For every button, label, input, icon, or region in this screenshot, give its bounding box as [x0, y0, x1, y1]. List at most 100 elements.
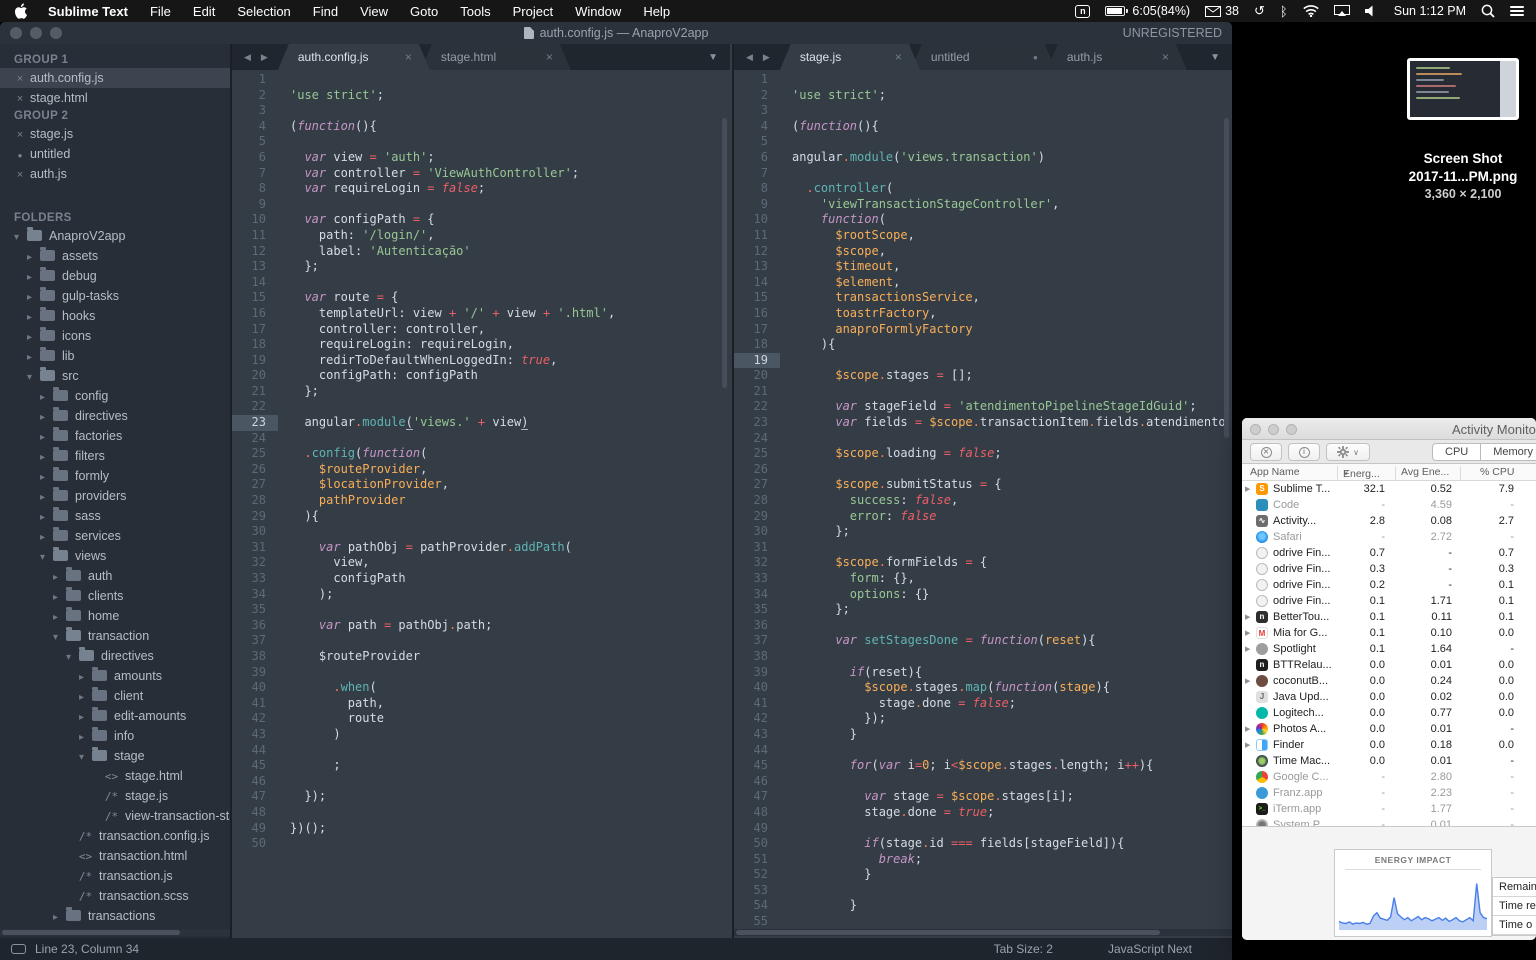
disclosure-closed-icon[interactable]: ▸: [27, 248, 38, 268]
am-disclosure-icon[interactable]: ▶: [1245, 485, 1250, 493]
right-hscrollbar[interactable]: [734, 929, 1232, 936]
mail-indicator[interactable]: 38: [1205, 4, 1239, 18]
am-process-row[interactable]: Safari-2.72-: [1242, 529, 1536, 545]
tree-item-providers[interactable]: ▸providers: [0, 486, 230, 506]
menu-item-window[interactable]: Window: [564, 4, 632, 19]
disclosure-closed-icon[interactable]: ▸: [79, 668, 90, 688]
am-process-row[interactable]: ▶Spotlight0.11.64-: [1242, 641, 1536, 657]
chevron-down-icon[interactable]: ▼: [1210, 44, 1232, 70]
tree-item-home[interactable]: ▸home: [0, 606, 230, 626]
sublime-titlebar[interactable]: auth.config.js — AnaproV2app UNREGISTERE…: [0, 22, 1232, 44]
left-vscrollbar[interactable]: [722, 118, 727, 388]
close-icon[interactable]: ×: [14, 69, 26, 89]
tree-item-transaction.html[interactable]: <>transaction.html: [0, 846, 230, 866]
tree-item-clients[interactable]: ▸clients: [0, 586, 230, 606]
disclosure-closed-icon[interactable]: ▸: [53, 588, 64, 608]
am-inspect-button[interactable]: i: [1288, 443, 1320, 461]
tree-item-edit-amounts[interactable]: ▸edit-amounts: [0, 706, 230, 726]
am-disclosure-icon[interactable]: ▶: [1245, 613, 1250, 621]
tree-item-stage[interactable]: ▾stage: [0, 746, 230, 766]
close-icon[interactable]: ×: [895, 50, 902, 64]
disclosure-closed-icon[interactable]: ▸: [27, 268, 38, 288]
am-process-row[interactable]: JJava Upd...0.00.020.0: [1242, 689, 1536, 705]
am-disclosure-icon[interactable]: ▶: [1245, 645, 1250, 653]
am-process-row[interactable]: Code-4.59-: [1242, 497, 1536, 513]
am-process-row[interactable]: ▶coconutB...0.00.240.0: [1242, 673, 1536, 689]
tree-item-assets[interactable]: ▸assets: [0, 246, 230, 266]
tree-item-directives[interactable]: ▸directives: [0, 406, 230, 426]
tree-item-info[interactable]: ▸info: [0, 726, 230, 746]
am-process-row[interactable]: Logitech...0.00.770.0: [1242, 705, 1536, 721]
close-icon[interactable]: ×: [1162, 50, 1169, 64]
volume-icon[interactable]: [1365, 5, 1379, 17]
am-process-row[interactable]: ▶SSublime T...32.10.527.9: [1242, 481, 1536, 497]
syntax-indicator[interactable]: JavaScript Next: [1108, 942, 1192, 956]
panel-toggle-icon[interactable]: [11, 944, 26, 954]
menu-item-tools[interactable]: Tools: [449, 4, 501, 19]
arrow-left-icon[interactable]: ◀: [244, 52, 251, 63]
tree-item-debug[interactable]: ▸debug: [0, 266, 230, 286]
am-process-row[interactable]: Google C...-2.80-: [1242, 769, 1536, 785]
disclosure-closed-icon[interactable]: ▸: [79, 728, 90, 748]
dirty-icon[interactable]: ●: [14, 146, 26, 166]
tree-item-hooks[interactable]: ▸hooks: [0, 306, 230, 326]
tree-item-stage.js[interactable]: /*stage.js: [0, 786, 230, 806]
menu-item-edit[interactable]: Edit: [182, 4, 226, 19]
tab-size-indicator[interactable]: Tab Size: 2: [994, 942, 1053, 956]
disclosure-open-icon[interactable]: ▾: [53, 628, 64, 648]
disclosure-closed-icon[interactable]: ▸: [27, 308, 38, 328]
am-process-row[interactable]: >_iTerm.app-1.77-: [1242, 801, 1536, 817]
bluetooth-icon[interactable]: ᛒ: [1280, 4, 1288, 19]
am-minimize-button[interactable]: [1268, 424, 1279, 435]
tree-item-filters[interactable]: ▸filters: [0, 446, 230, 466]
am-process-row[interactable]: odrive Fin...0.7-0.7: [1242, 545, 1536, 561]
disclosure-closed-icon[interactable]: ▸: [40, 528, 51, 548]
disclosure-closed-icon[interactable]: ▸: [27, 328, 38, 348]
menu-item-file[interactable]: File: [139, 4, 182, 19]
am-disclosure-icon[interactable]: ▶: [1245, 741, 1250, 749]
disclosure-closed-icon[interactable]: ▸: [40, 428, 51, 448]
disclosure-closed-icon[interactable]: ▸: [40, 408, 51, 428]
disclosure-closed-icon[interactable]: ▸: [40, 488, 51, 508]
close-icon[interactable]: ×: [405, 50, 412, 64]
disclosure-open-icon[interactable]: ▾: [14, 228, 25, 248]
am-table-header[interactable]: App Name Energ... ∨ Avg Ene... % CPU: [1242, 464, 1536, 481]
tree-item-auth[interactable]: ▸auth: [0, 566, 230, 586]
am-zoom-button[interactable]: [1286, 424, 1297, 435]
tree-item-lib[interactable]: ▸lib: [0, 346, 230, 366]
am-disclosure-icon[interactable]: ▶: [1245, 677, 1250, 685]
tab-cpu[interactable]: CPU: [1433, 444, 1480, 460]
editor-left[interactable]: 12'use strict';34(function(){56 var view…: [232, 70, 730, 938]
disclosure-closed-icon[interactable]: ▸: [53, 908, 64, 928]
tree-item-transaction.scss[interactable]: /*transaction.scss: [0, 886, 230, 906]
tree-item-transactions[interactable]: ▸transactions: [0, 906, 230, 926]
arrow-right-icon[interactable]: ▶: [763, 52, 770, 63]
disclosure-closed-icon[interactable]: ▸: [40, 448, 51, 468]
right-vscrollbar[interactable]: [1224, 118, 1229, 438]
notification-center-icon[interactable]: [1510, 4, 1524, 18]
apple-menu[interactable]: [0, 3, 37, 19]
open-file-auth.config.js[interactable]: ×auth.config.js: [0, 68, 230, 88]
close-icon[interactable]: ×: [14, 89, 26, 109]
disclosure-open-icon[interactable]: ▾: [66, 648, 77, 668]
tab-auth.config.js[interactable]: auth.config.js×: [278, 44, 430, 70]
open-file-auth.js[interactable]: ×auth.js: [0, 164, 230, 184]
disclosure-closed-icon[interactable]: ▸: [79, 708, 90, 728]
tab-untitled[interactable]: untitled●: [911, 44, 1056, 70]
menu-item-selection[interactable]: Selection: [226, 4, 301, 19]
menu-item-goto[interactable]: Goto: [399, 4, 449, 19]
am-process-row[interactable]: odrive Fin...0.11.710.1: [1242, 593, 1536, 609]
disclosure-closed-icon[interactable]: ▸: [40, 468, 51, 488]
am-process-row[interactable]: odrive Fin...0.3-0.3: [1242, 561, 1536, 577]
disclosure-closed-icon[interactable]: ▸: [53, 608, 64, 628]
time-machine-icon[interactable]: ↺: [1254, 3, 1265, 19]
tree-item-views[interactable]: ▾views: [0, 546, 230, 566]
disclosure-open-icon[interactable]: ▾: [40, 548, 51, 568]
wifi-icon[interactable]: [1303, 5, 1319, 17]
tab-memory[interactable]: Memory: [1480, 444, 1536, 460]
close-icon[interactable]: ×: [546, 50, 553, 64]
tree-item-stage.html[interactable]: <>stage.html: [0, 766, 230, 786]
tree-item-sass[interactable]: ▸sass: [0, 506, 230, 526]
sidebar-hscrollbar[interactable]: [0, 929, 230, 936]
am-process-row[interactable]: nBTTRelau...0.00.010.0: [1242, 657, 1536, 673]
